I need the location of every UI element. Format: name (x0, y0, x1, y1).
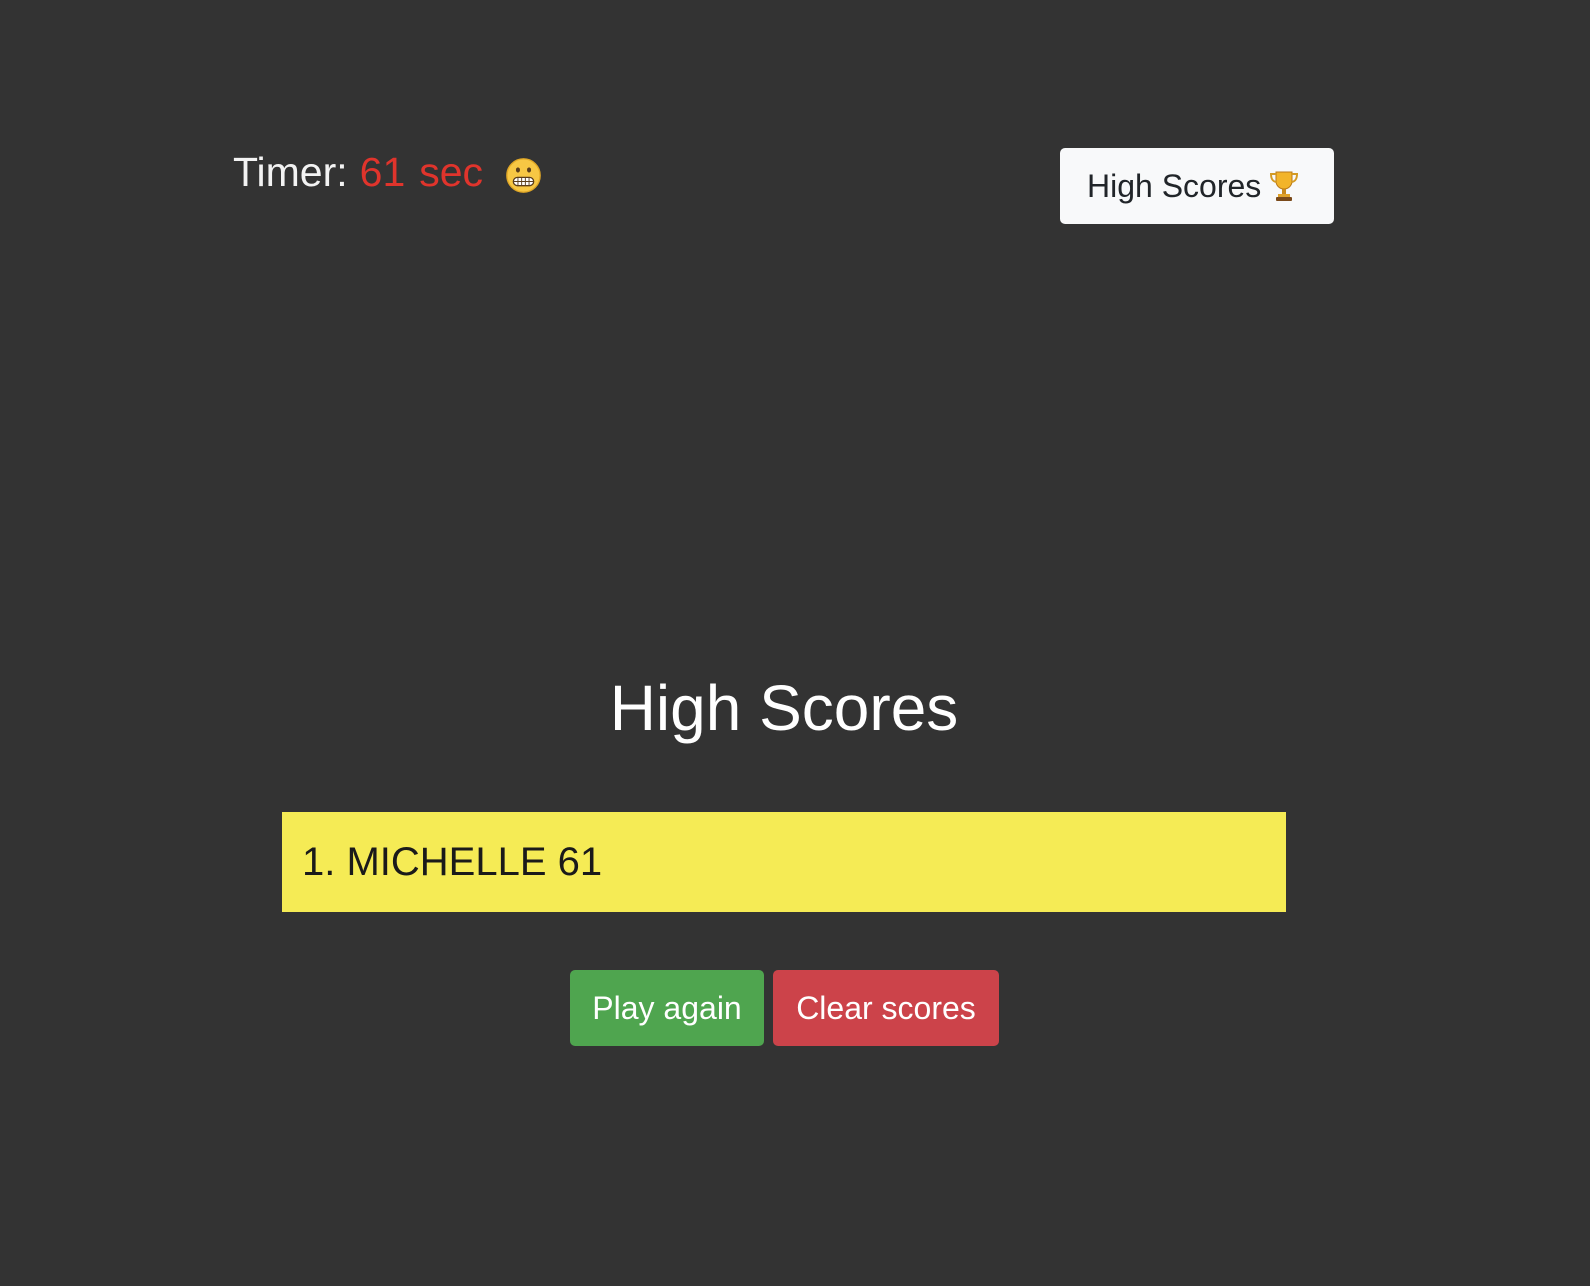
timer-unit: sec (419, 149, 484, 195)
high-scores-button-label: High Scores (1087, 167, 1262, 204)
list-item: 1. MICHELLE 61 (282, 812, 1286, 912)
play-again-button[interactable]: Play again (570, 970, 764, 1046)
clear-scores-button[interactable]: Clear scores (773, 970, 999, 1046)
action-buttons: Play again Clear scores (570, 970, 999, 1046)
timer: Timer: 61 sec (233, 144, 542, 200)
high-score-list: 1. MICHELLE 61 (282, 812, 1286, 912)
high-scores-button[interactable]: High Scores (1060, 148, 1334, 224)
grimace-face-icon (505, 152, 542, 193)
timer-label: Timer: (233, 149, 348, 195)
timer-value: 61 (359, 149, 406, 195)
trophy-icon (1269, 169, 1299, 203)
page-title: High Scores (609, 672, 959, 744)
